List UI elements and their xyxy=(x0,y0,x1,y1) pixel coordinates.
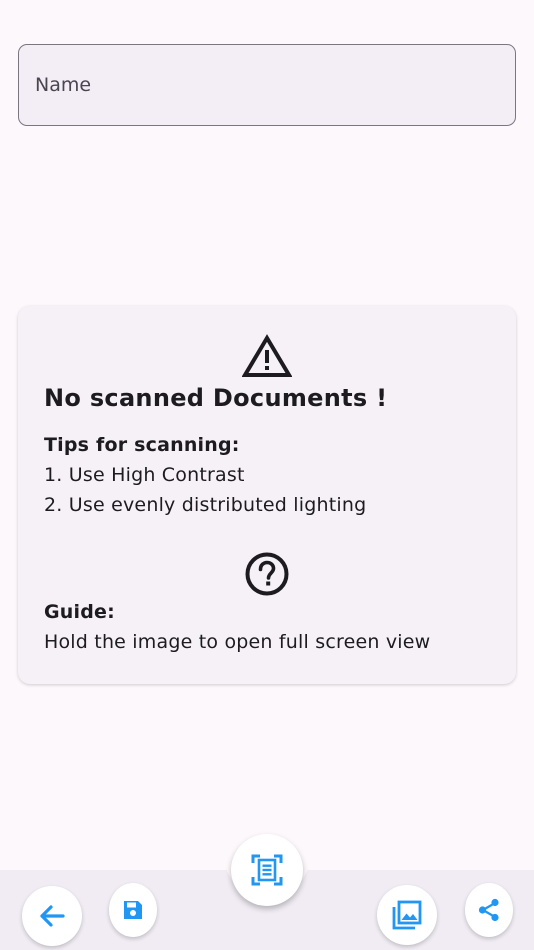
tips-heading: Tips for scanning: xyxy=(44,434,240,456)
save-button[interactable] xyxy=(109,883,157,937)
photo-library-icon xyxy=(392,900,422,930)
save-floppy-icon xyxy=(124,901,142,919)
warning-triangle-icon xyxy=(242,334,292,377)
empty-state-card: No scanned Documents ! Tips for scanning… xyxy=(18,306,516,684)
name-input[interactable] xyxy=(19,45,515,125)
tip-item: 2. Use evenly distributed lighting xyxy=(44,494,367,516)
share-button[interactable] xyxy=(465,883,513,937)
back-button[interactable] xyxy=(22,886,82,946)
guide-text: Hold the image to open full screen view xyxy=(44,631,431,653)
arrow-back-icon xyxy=(40,905,65,927)
name-field-container[interactable] xyxy=(18,44,516,126)
empty-state-title: No scanned Documents ! xyxy=(44,384,388,412)
gallery-button[interactable] xyxy=(377,885,437,945)
scan-document-button[interactable] xyxy=(231,834,303,906)
tip-item: 1. Use High Contrast xyxy=(44,464,245,486)
share-icon xyxy=(478,898,499,922)
guide-heading: Guide: xyxy=(44,601,115,623)
document-scanner-icon xyxy=(251,854,283,886)
help-circle-icon xyxy=(245,552,289,596)
